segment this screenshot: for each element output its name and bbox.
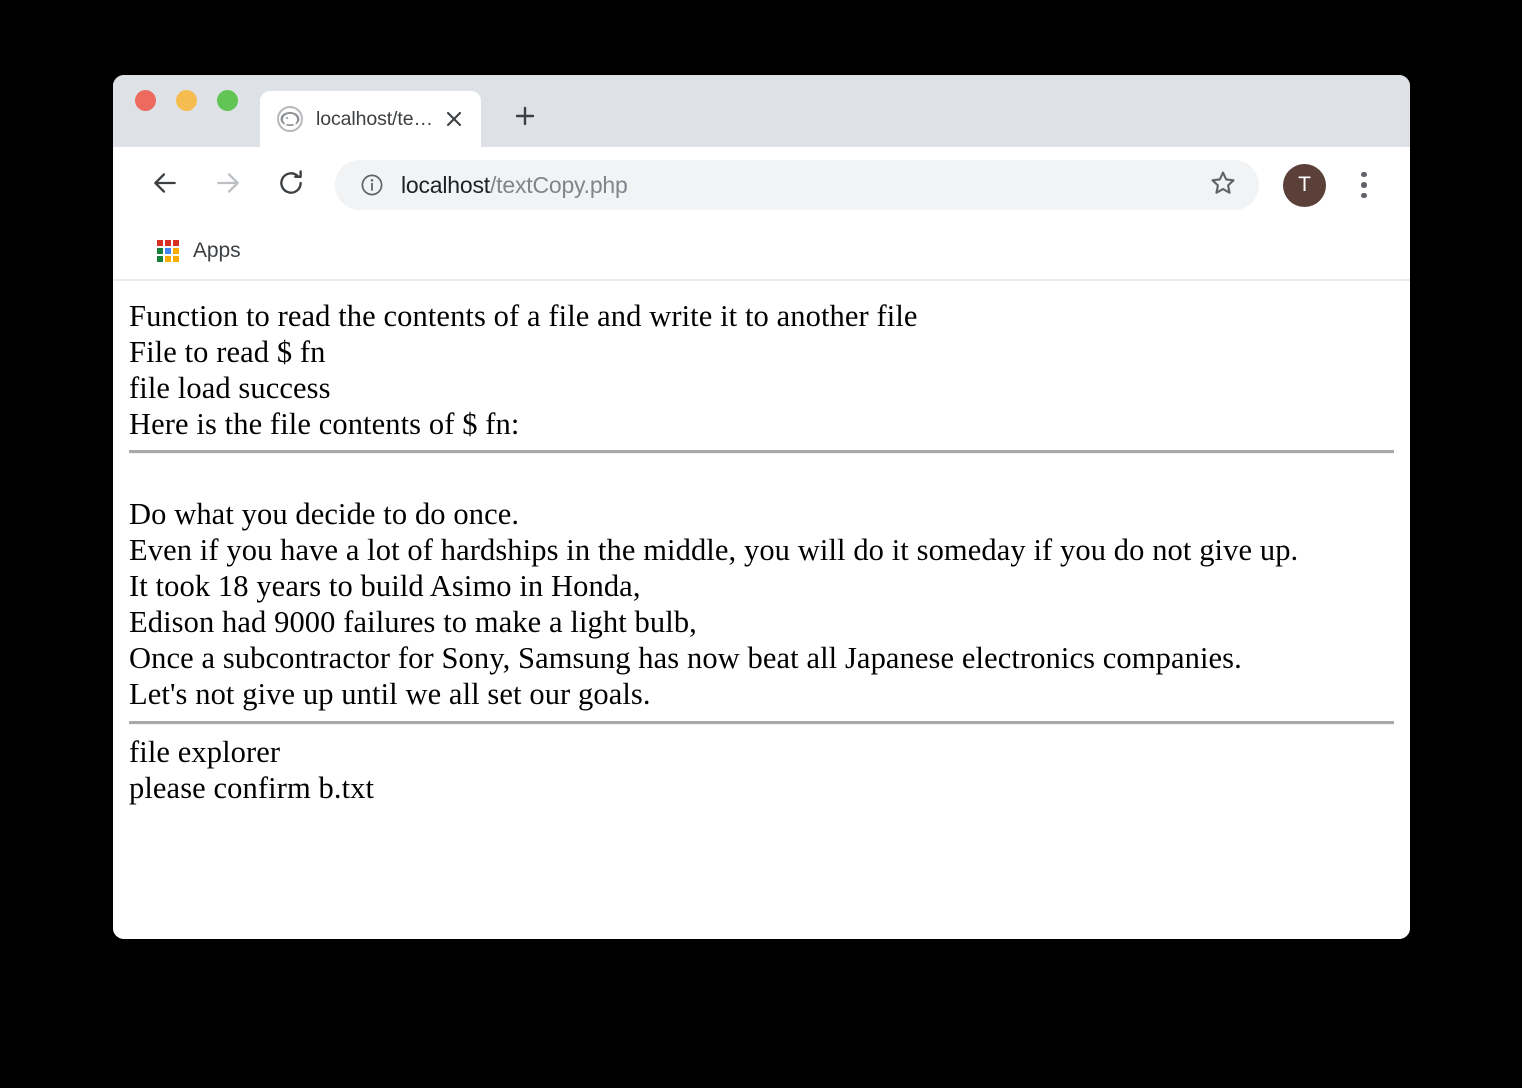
tab-strip: localhost/textCopy.php — [113, 75, 1410, 147]
bookmark-star-button[interactable] — [1201, 163, 1245, 207]
avatar[interactable]: T — [1283, 163, 1326, 207]
new-tab-button[interactable] — [499, 92, 551, 144]
url-host: localhost — [401, 171, 490, 198]
footer-text-block: file explorer please confirm b.txt — [129, 734, 375, 805]
browser-menu-button[interactable] — [1344, 163, 1384, 207]
window-controls — [135, 75, 260, 147]
bookmark-label: Apps — [193, 239, 241, 262]
url-path: /textCopy.php — [489, 171, 628, 198]
maximize-window-button[interactable] — [217, 89, 238, 111]
three-dots-vertical-icon — [1361, 171, 1367, 199]
apps-grid-icon — [157, 240, 179, 262]
close-window-button[interactable] — [135, 89, 156, 111]
browser-tab[interactable]: localhost/textCopy.php — [260, 91, 481, 147]
address-bar-text: localhost/textCopy.php — [401, 172, 1201, 199]
tab-title: localhost/textCopy.php — [316, 107, 441, 130]
minimize-window-button[interactable] — [176, 89, 197, 111]
arrow-right-icon — [213, 168, 243, 203]
page-content: Function to read the contents of a file … — [113, 281, 1410, 939]
reload-icon — [276, 168, 306, 203]
address-bar[interactable]: localhost/textCopy.php — [335, 160, 1259, 210]
arrow-left-icon — [150, 168, 180, 203]
info-circle-icon[interactable] — [359, 172, 385, 198]
avatar-initial: T — [1298, 173, 1311, 196]
header-text-block: Function to read the contents of a file … — [129, 299, 918, 441]
file-contents-block: Do what you decide to do once. Even if y… — [129, 496, 1299, 711]
bookmark-apps[interactable]: Apps — [149, 234, 248, 268]
close-icon[interactable] — [441, 106, 467, 132]
plus-icon — [513, 104, 537, 133]
back-button[interactable] — [143, 163, 187, 207]
screen: localhost/textCopy.php — [0, 0, 1522, 1088]
browser-window: localhost/textCopy.php — [113, 75, 1410, 939]
bookmarks-bar: Apps — [113, 223, 1410, 281]
browser-toolbar: localhost/textCopy.php T — [113, 147, 1410, 223]
star-icon — [1209, 169, 1237, 202]
php-elephant-icon — [277, 106, 303, 132]
divider-top — [129, 449, 1394, 454]
reload-button[interactable] — [269, 163, 313, 207]
divider-bottom — [129, 720, 1394, 725]
forward-button[interactable] — [206, 163, 250, 207]
